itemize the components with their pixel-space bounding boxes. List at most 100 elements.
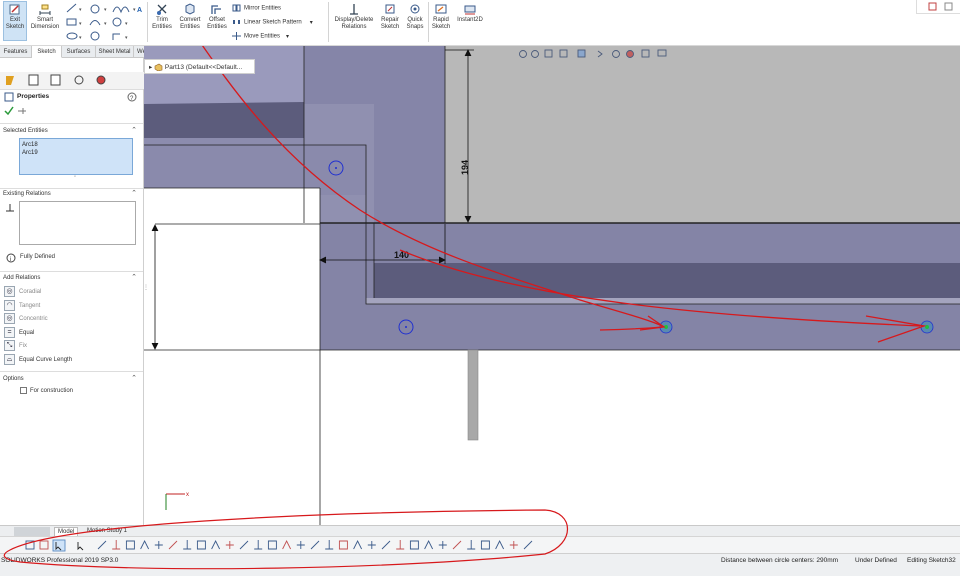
mirror-entities-icon xyxy=(232,4,241,12)
white-cutout xyxy=(144,188,320,526)
exit-sketch-button[interactable]: Exit Sketch xyxy=(3,1,27,41)
collapse-caret-icon[interactable]: ⌃ xyxy=(131,374,137,382)
view-orientation-icon[interactable] xyxy=(577,49,586,58)
part-stub xyxy=(467,349,479,441)
smart-dimension-button[interactable]: Smart Dimension xyxy=(29,2,61,31)
configuration-manager-tab-icon[interactable] xyxy=(50,74,61,86)
quick-snaps-button[interactable]: Quick Snaps xyxy=(404,2,426,31)
tab-features[interactable]: Features xyxy=(0,46,32,58)
center-dot xyxy=(405,326,407,328)
relation-tangent[interactable]: ◠ Tangent xyxy=(4,299,40,312)
hide-show-icon[interactable] xyxy=(612,50,620,58)
pushpin-icon[interactable] xyxy=(18,108,26,114)
ribbon-separator xyxy=(328,2,329,42)
rapid-sketch-button[interactable]: Rapid Sketch xyxy=(430,2,452,31)
selected-entities-list[interactable]: Arc18 Arc19 xyxy=(19,138,133,175)
smart-dimension-label: Smart xyxy=(36,17,53,23)
for-construction-option[interactable]: For construction xyxy=(20,387,73,394)
tab-surfaces[interactable]: Surfaces xyxy=(62,46,96,58)
scene-icon[interactable] xyxy=(641,49,650,58)
dimension-140-text[interactable]: 140 xyxy=(394,250,409,260)
relation-coradial[interactable]: ◎ Coradial xyxy=(4,285,41,298)
instant2d-button[interactable]: Instant2D xyxy=(454,2,486,24)
display-manager-tab-icon[interactable] xyxy=(96,75,106,85)
instant2d-icon xyxy=(464,5,476,15)
resize-handle[interactable]: ◦ xyxy=(74,174,76,180)
sketch-tools-grid[interactable]: ▾ ▾ ▾ ▾ ▾ ▾ ▾ ▾ A xyxy=(65,2,147,42)
convert-entities-button[interactable]: Convert Entities xyxy=(176,2,204,31)
svg-text:A: A xyxy=(137,7,142,14)
list-item[interactable]: Arc18 xyxy=(22,141,130,149)
collapse-caret-icon[interactable]: ⌃ xyxy=(131,189,137,197)
convert-entities-icon xyxy=(185,3,195,15)
restore-icon xyxy=(928,2,953,11)
info-icon: i xyxy=(6,253,16,263)
definition-status: Fully Defined xyxy=(20,254,56,260)
section-view-icon[interactable] xyxy=(559,49,568,58)
view-settings-icon[interactable] xyxy=(657,49,667,57)
repair-sketch-button[interactable]: Repair Sketch xyxy=(378,2,402,31)
mirror-entities-button[interactable]: Mirror Entities xyxy=(232,4,281,12)
linear-sketch-pattern-button[interactable]: Linear Sketch Pattern ▾ xyxy=(232,18,313,26)
heads-up-view-toolbar[interactable] xyxy=(518,48,718,60)
collapse-caret-icon[interactable]: ⌃ xyxy=(131,126,137,134)
existing-relations-icon xyxy=(6,204,14,212)
dimension-194-text[interactable]: 194 xyxy=(460,160,470,175)
relation-fix[interactable]: ⤡ Fix xyxy=(4,339,27,352)
display-delete-relations-label: Display/Delete xyxy=(334,17,374,23)
ok-checkmark-icon[interactable] xyxy=(4,106,14,116)
rapid-sketch-label2: Sketch xyxy=(431,24,451,30)
relation-equal[interactable]: = Equal xyxy=(4,326,34,339)
panel-splitter[interactable]: ⋮ xyxy=(143,284,149,291)
part-label[interactable]: Part13 (Default<<Default... xyxy=(165,64,242,71)
move-entities-button[interactable]: Move Entities ▾ xyxy=(232,32,289,40)
svg-text:▾: ▾ xyxy=(133,7,136,13)
move-entities-label: Move Entities xyxy=(244,33,281,40)
expand-arrow-icon[interactable]: ▸ xyxy=(149,64,152,71)
list-item[interactable]: Arc19 xyxy=(22,149,130,157)
property-manager-tab-icon[interactable] xyxy=(28,74,39,86)
equal-icon: = xyxy=(4,327,15,338)
part-face-step xyxy=(144,145,366,195)
center-dot xyxy=(925,325,929,329)
window-controls[interactable] xyxy=(916,0,960,14)
tab-sheet-metal[interactable]: Sheet Metal xyxy=(96,46,134,58)
help-icon[interactable]: ? xyxy=(127,92,137,102)
relation-label: Coradial xyxy=(19,288,42,295)
appearance-icon[interactable] xyxy=(626,50,634,58)
properties-icon xyxy=(4,92,14,102)
graphics-area[interactable]: 194 140 x xyxy=(144,46,960,526)
relations-icon xyxy=(350,4,358,15)
relation-concentric[interactable]: ◎ Concentric xyxy=(4,312,48,325)
relation-equal-curve-length[interactable]: ⌓ Equal Curve Length xyxy=(4,353,72,366)
part-face-top-right xyxy=(445,46,960,223)
feature-tree-flyout[interactable]: ▸ Part13 (Default<<Default... xyxy=(144,59,255,74)
display-delete-relations-button[interactable]: Display/Delete Relations xyxy=(331,2,377,31)
tab-sketch[interactable]: Sketch xyxy=(32,46,62,58)
zoom-to-fit-icon[interactable] xyxy=(519,50,527,58)
model-view[interactable]: 194 140 x xyxy=(144,46,960,526)
panel-actions[interactable] xyxy=(4,106,28,116)
trim-entities-icon xyxy=(157,4,167,15)
smart-dimension-label2: Dimension xyxy=(30,24,60,30)
exit-sketch-icon xyxy=(9,4,20,15)
offset-entities-button[interactable]: Offset Entities xyxy=(205,2,229,31)
existing-relations-list[interactable] xyxy=(19,201,136,245)
status-bar: SOLIDWORKS Professional 2019 SP3.0 Dista… xyxy=(0,509,960,576)
for-construction-checkbox[interactable] xyxy=(20,387,27,394)
existing-relations-header: Existing Relations xyxy=(3,191,51,197)
trim-entities-label2: Entities xyxy=(152,24,172,30)
zoom-area-icon[interactable] xyxy=(531,50,539,58)
previous-view-icon[interactable] xyxy=(544,49,553,58)
trim-entities-button[interactable]: Trim Entities xyxy=(150,2,174,31)
display-style-icon[interactable] xyxy=(597,50,603,58)
part-light-edge xyxy=(366,298,960,304)
offset-entities-icon xyxy=(211,5,221,14)
offset-entities-label2: Entities xyxy=(207,24,227,30)
panel-tabs[interactable] xyxy=(0,72,144,89)
mirror-entities-label: Mirror Entities xyxy=(244,5,282,12)
collapse-caret-icon[interactable]: ⌃ xyxy=(131,273,137,281)
relation-label: Tangent xyxy=(19,302,41,309)
svg-text:▾: ▾ xyxy=(79,21,82,27)
linear-pattern-icon xyxy=(233,20,240,24)
